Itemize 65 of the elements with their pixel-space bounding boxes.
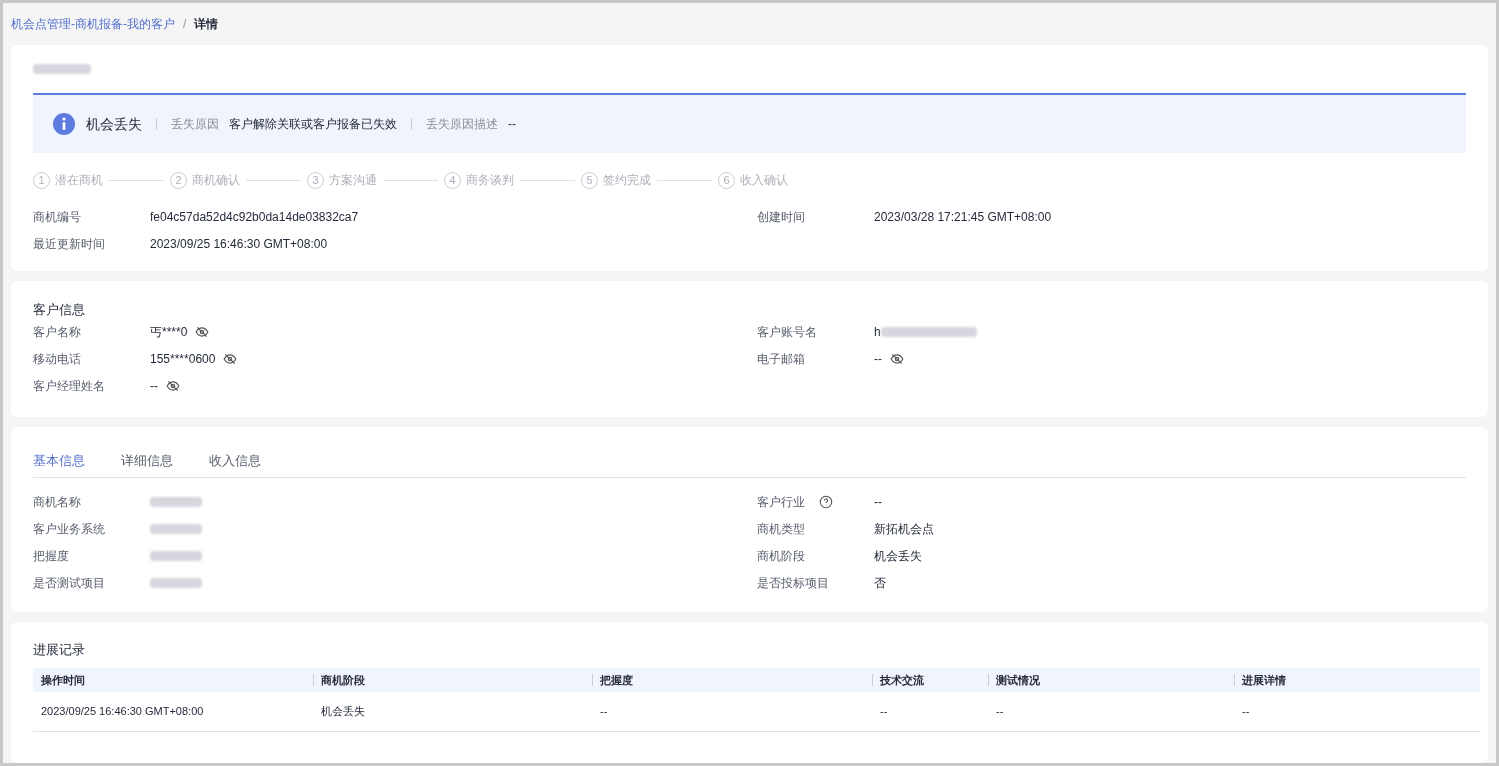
field-label: 客户经理姓名 — [33, 377, 106, 395]
breadcrumb-current: 详情 — [194, 16, 219, 33]
field-label: 创建时间 — [757, 208, 806, 226]
alert-value: 客户解除关联或客户报备已失效 — [229, 116, 397, 133]
step-label: 商机确认 — [192, 172, 240, 189]
table-cell: -- — [872, 692, 988, 731]
step-label: 收入确认 — [740, 172, 788, 189]
field-label: 最近更新时间 — [33, 235, 106, 253]
field-value: 否 — [874, 574, 886, 592]
field-label: 客户账号名 — [757, 323, 818, 341]
field-value: fe04c57da52d4c92b0da14de03832ca7 — [150, 208, 359, 226]
section-title: 客户信息 — [33, 301, 86, 318]
table-cell: -- — [592, 692, 872, 731]
alert-label: 丢失原因描述 — [426, 116, 498, 133]
field-label: 把握度 — [33, 547, 70, 565]
field-label: 是否投标项目 — [757, 574, 830, 592]
tab[interactable]: 详细信息 — [121, 445, 173, 477]
column-header: 商机阶段 — [313, 668, 592, 692]
table-cell: -- — [988, 692, 1234, 731]
field-label: 商机阶段 — [757, 547, 806, 565]
field-value: 2023/03/28 17:21:45 GMT+08:00 — [874, 208, 1052, 226]
eye-slash-icon[interactable] — [890, 351, 904, 366]
column-header: 把握度 — [592, 668, 872, 692]
field-label: 是否测试项目 — [33, 574, 106, 592]
field-value: -- — [874, 493, 882, 511]
tab[interactable]: 基本信息 — [33, 445, 85, 477]
section-title: 进展记录 — [33, 641, 86, 659]
table-cell: 机会丢失 — [313, 692, 592, 731]
table-cell: -- — [1234, 692, 1480, 731]
field-value: 155****0600 — [150, 350, 216, 368]
field-label: 电子邮箱 — [757, 350, 806, 368]
field-label: 客户行业 — [757, 492, 874, 511]
field-value: 机会丢失 — [874, 547, 922, 565]
column-header: 操作时间 — [33, 668, 313, 692]
step-label: 商务谈判 — [466, 172, 514, 189]
help-icon[interactable] — [819, 494, 833, 509]
field-label: 商机名称 — [33, 493, 82, 511]
column-header: 测试情况 — [988, 668, 1234, 692]
column-header: 进展详情 — [1234, 668, 1480, 692]
field-label: 移动电话 — [33, 350, 82, 368]
eye-slash-icon[interactable] — [223, 351, 238, 366]
alert-status: 机会丢失 — [86, 114, 142, 134]
field-value: -- — [874, 350, 882, 368]
tab[interactable]: 收入信息 — [209, 445, 261, 477]
step-label: 潜在商机 — [55, 172, 103, 189]
field-value: 2023/09/25 16:46:30 GMT+08:00 — [150, 235, 328, 253]
field-value: 新拓机会点 — [874, 520, 934, 538]
info-icon — [53, 113, 75, 135]
field-value: 丐****0 — [150, 323, 188, 341]
field-label: 客户名称 — [33, 323, 82, 341]
step-label: 方案沟通 — [329, 172, 377, 189]
step-label: 签约完成 — [603, 172, 651, 189]
eye-slash-icon[interactable] — [166, 378, 180, 393]
field-label: 商机编号 — [33, 208, 82, 226]
column-header: 技术交流 — [872, 668, 988, 692]
breadcrumb-separator: / — [183, 16, 187, 33]
table-cell: 2023/09/25 16:46:30 GMT+08:00 — [33, 692, 313, 731]
eye-slash-icon[interactable] — [195, 324, 210, 339]
field-value: h — [874, 323, 881, 341]
alert-value: -- — [508, 116, 516, 133]
alert-label: 丢失原因 — [171, 116, 219, 133]
breadcrumb-link[interactable]: 机会点管理-商机报备-我的客户 — [11, 15, 175, 33]
field-label: 客户业务系统 — [33, 520, 106, 538]
field-label: 商机类型 — [757, 520, 806, 538]
field-value: -- — [150, 377, 158, 395]
